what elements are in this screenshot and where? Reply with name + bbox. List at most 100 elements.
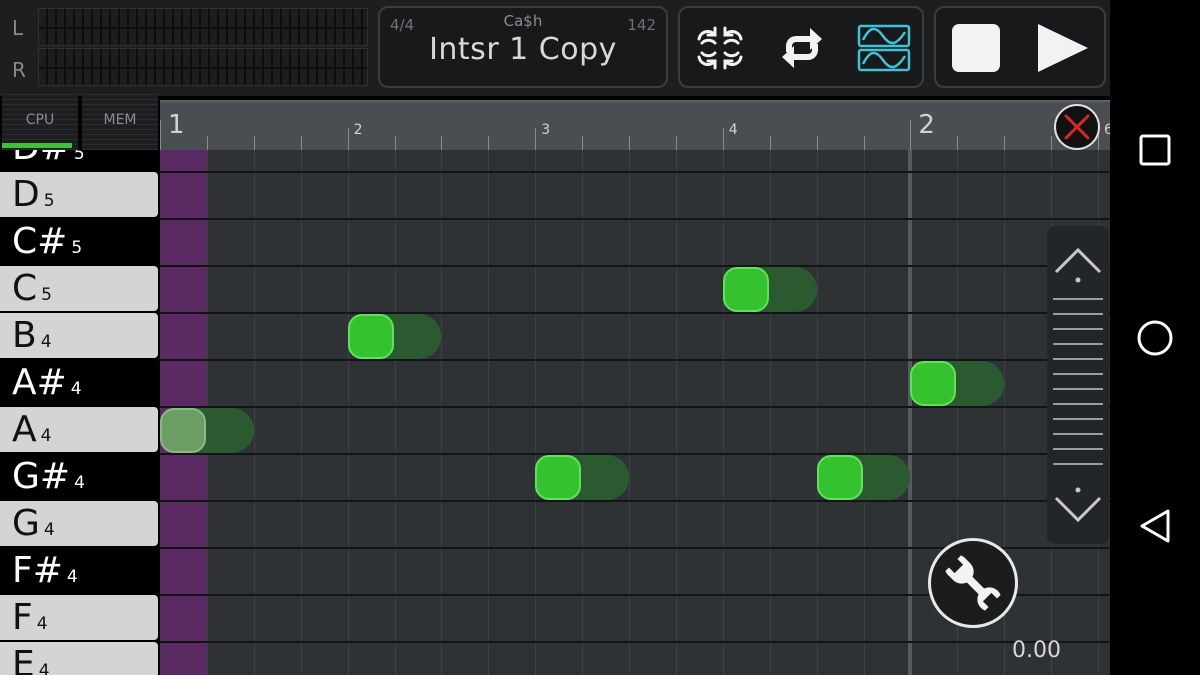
right-meter-label: R — [12, 58, 26, 82]
play-button[interactable] — [1032, 18, 1092, 78]
note-head[interactable] — [722, 267, 769, 312]
beat-number: 3 — [541, 122, 551, 138]
key-note-name: B4 — [12, 313, 52, 365]
piano-key[interactable]: C5 — [0, 266, 158, 311]
key-pitch: F — [12, 597, 33, 638]
note-head[interactable] — [535, 455, 582, 500]
beat-number: 4 — [728, 122, 738, 138]
note-block[interactable] — [347, 314, 442, 359]
piano-key[interactable]: F4 — [0, 595, 158, 640]
key-pitch: G — [12, 503, 40, 544]
timeline-tick — [722, 128, 724, 150]
recents-button[interactable] — [1125, 120, 1185, 180]
note-head[interactable] — [816, 455, 863, 500]
tools-button[interactable] — [928, 538, 1018, 628]
stop-icon — [952, 24, 1000, 72]
timeline-tick — [863, 136, 865, 150]
timeline-tick — [347, 128, 349, 150]
song-name: Ca$h — [503, 12, 543, 30]
scroll-down-button[interactable] — [1047, 474, 1109, 536]
note-head[interactable] — [910, 361, 957, 406]
right-level-meter — [38, 48, 368, 86]
key-note-name: E4 — [12, 642, 50, 675]
grid-row-line — [160, 453, 1110, 455]
timeline-tick — [160, 120, 161, 150]
loop-pattern-button[interactable] — [690, 18, 750, 78]
timeline-tick — [394, 136, 396, 150]
grid-column-line — [582, 150, 584, 675]
key-octave: 4 — [70, 379, 82, 399]
piano-key[interactable]: G# 4 — [0, 454, 158, 499]
close-button[interactable] — [1054, 104, 1100, 150]
key-octave: 5 — [41, 285, 52, 305]
cpu-label: CPU — [25, 112, 55, 128]
grid-column-line — [394, 150, 396, 675]
key-octave: 4 — [40, 332, 52, 352]
mem-meter: MEM — [82, 94, 158, 150]
piano-key[interactable]: A# 4 — [0, 360, 158, 405]
grid-column-line — [347, 150, 349, 675]
timeline-ruler[interactable]: 123426 — [160, 100, 1113, 150]
beat-number: 2 — [353, 122, 363, 138]
back-triangle-icon — [1140, 509, 1170, 543]
top-bar: L R 4/4 Ca$h 142 Intsr 1 Copy — [0, 0, 1110, 96]
key-note-name: A4 — [12, 407, 51, 459]
note-block[interactable] — [910, 361, 1005, 406]
pattern-info-panel[interactable]: 4/4 Ca$h 142 Intsr 1 Copy — [378, 6, 668, 88]
piano-keyboard: D#5D5C#5C5B4A#4A4G#4G4F#4F4E4 — [0, 150, 160, 675]
loop-controls-panel — [678, 6, 924, 88]
left-meter-label: L — [12, 16, 24, 40]
key-note-name: A# 4 — [12, 360, 82, 412]
piano-key[interactable]: A4 — [0, 407, 158, 452]
piano-key[interactable]: D#5 — [0, 150, 158, 170]
piano-key[interactable]: C# 5 — [0, 219, 158, 264]
note-block[interactable] — [535, 455, 629, 500]
timeline-tick — [816, 136, 818, 150]
piano-key[interactable]: B4 — [0, 313, 158, 358]
repeat-button[interactable] — [772, 18, 832, 78]
square-icon — [1139, 134, 1171, 166]
key-pitch: D — [12, 174, 40, 215]
transport-panel — [934, 6, 1106, 88]
mem-label: MEM — [103, 112, 137, 128]
grid-row-line — [160, 265, 1110, 267]
timeline-tick — [582, 136, 584, 150]
note-block[interactable] — [722, 267, 817, 312]
grid-column-line — [441, 150, 443, 675]
pattern-name: Intsr 1 Copy — [429, 32, 617, 67]
bar-number: 1 — [168, 110, 185, 140]
timeline-tick — [675, 136, 677, 150]
back-button[interactable] — [1125, 496, 1185, 556]
key-octave: 4 — [38, 661, 50, 675]
key-octave: 4 — [43, 520, 55, 540]
timeline-tick — [206, 136, 208, 150]
timeline-tick — [1004, 136, 1006, 150]
system-nav-bar — [1110, 0, 1200, 675]
key-note-name: C5 — [12, 266, 52, 318]
key-note-name: F# 4 — [12, 548, 78, 600]
note-block[interactable] — [160, 408, 254, 453]
grid-row-line — [160, 171, 1110, 173]
piano-key[interactable]: G4 — [0, 501, 158, 546]
grid-row-line — [160, 641, 1110, 643]
chevron-up-icon — [1054, 247, 1102, 283]
key-note-name: C# 5 — [12, 219, 82, 271]
stop-button[interactable] — [946, 18, 1006, 78]
key-octave: 5 — [73, 150, 85, 164]
waveform-button[interactable] — [854, 18, 914, 78]
note-head[interactable] — [347, 314, 394, 359]
bar-number: 2 — [918, 110, 935, 140]
piano-key[interactable]: D5 — [0, 172, 158, 217]
scroll-up-button[interactable] — [1047, 234, 1109, 296]
piano-key[interactable]: E4 — [0, 642, 158, 675]
timeline-tick — [1051, 136, 1053, 150]
vertical-scroll-control[interactable] — [1047, 226, 1109, 544]
note-block[interactable] — [816, 455, 911, 500]
timeline-tick — [488, 136, 490, 150]
note-head[interactable] — [160, 408, 206, 453]
key-pitch: D# — [12, 150, 70, 168]
scroll-track[interactable] — [1053, 298, 1103, 472]
home-button[interactable] — [1125, 308, 1185, 368]
piano-key[interactable]: F# 4 — [0, 548, 158, 593]
key-octave: 4 — [66, 567, 78, 587]
